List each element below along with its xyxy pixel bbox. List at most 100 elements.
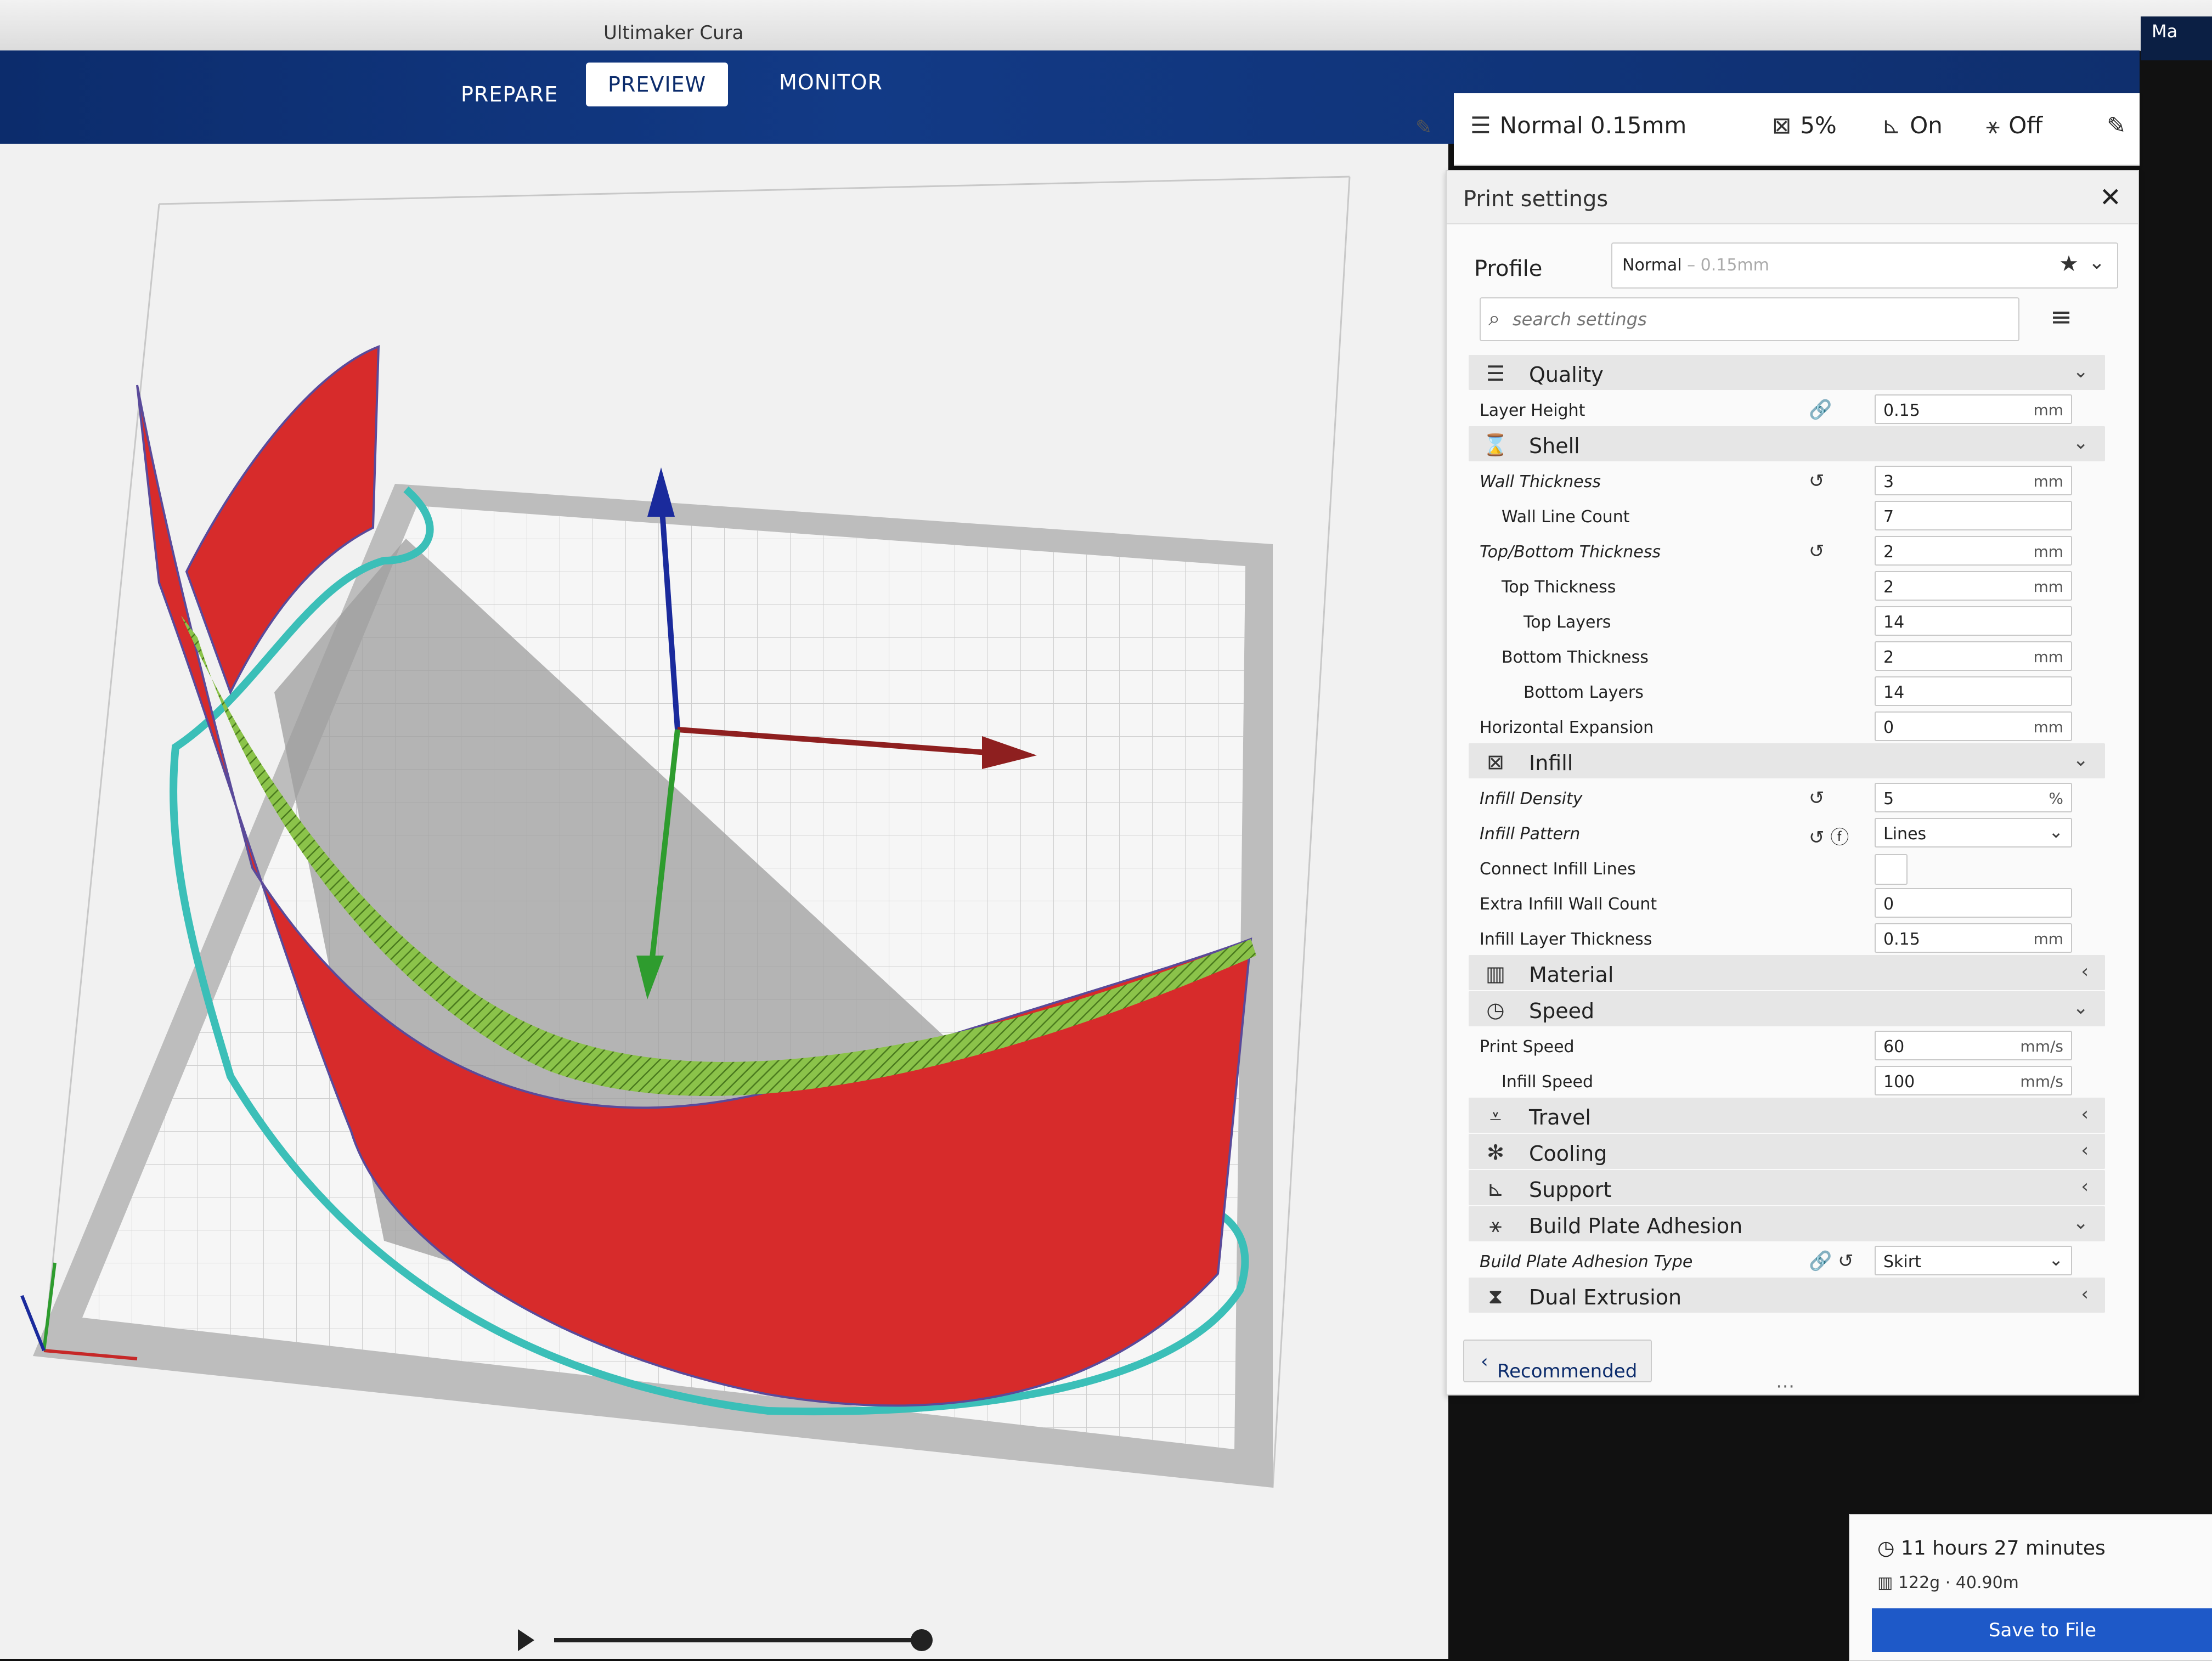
setting-wall-line-count: Wall Line Count 7 xyxy=(1469,498,2105,533)
layer-height-field[interactable]: 0.15 mm xyxy=(1875,394,2072,424)
bottom-layers-field[interactable]: 14 xyxy=(1875,676,2072,706)
setting-label: Extra Infill Wall Count xyxy=(1480,895,1657,914)
top-thickness-field[interactable]: 2 mm xyxy=(1875,571,2072,601)
setting-label: Build Plate Adhesion Type xyxy=(1480,1252,1693,1272)
play-icon[interactable] xyxy=(518,1629,534,1651)
setting-print-speed: Print Speed 60 mm/s xyxy=(1469,1027,2105,1063)
infill-speed-field[interactable]: 100 mm/s xyxy=(1875,1066,2072,1095)
print-speed-field[interactable]: 60 mm/s xyxy=(1875,1031,2072,1060)
search-box[interactable]: ⌕ xyxy=(1480,297,2019,341)
recommended-button[interactable]: ‹ Recommended xyxy=(1463,1340,1652,1382)
settings-menu-icon[interactable]: ≡ xyxy=(2050,302,2072,332)
category-dual-extrusion[interactable]: ⧗ Dual Extrusion ‹ xyxy=(1469,1278,2105,1313)
setting-connect-infill-lines: Connect Infill Lines xyxy=(1469,850,2105,885)
reset-icon[interactable]: ↺ ⓕ xyxy=(1809,822,1849,849)
setting-infill-speed: Infill Speed 100 mm/s xyxy=(1469,1063,2105,1098)
field-value: 2 xyxy=(1883,543,1894,562)
field-unit: mm xyxy=(2033,401,2063,419)
setting-label: Horizontal Expansion xyxy=(1480,718,1654,737)
setting-label: Top/Bottom Thickness xyxy=(1480,543,1661,562)
chevron-left-icon: ‹ xyxy=(2081,961,2089,982)
category-shell[interactable]: ⌛ Shell ⌄ xyxy=(1469,426,2105,461)
category-label: Shell xyxy=(1529,434,1580,458)
category-cooling[interactable]: ✻ Cooling ‹ xyxy=(1469,1134,2105,1169)
wall-line-count-field[interactable]: 7 xyxy=(1875,501,2072,530)
reset-icon[interactable]: ↺ xyxy=(1809,540,1825,562)
adhesion-type-dropdown[interactable]: Skirt ⌄ xyxy=(1875,1246,2072,1275)
panel-header: Print settings ✕ xyxy=(1447,171,2138,224)
top-layers-field[interactable]: 14 xyxy=(1875,606,2072,636)
category-support[interactable]: ⊾ Support ‹ xyxy=(1469,1170,2105,1205)
category-infill[interactable]: ⊠ Infill ⌄ xyxy=(1469,743,2105,778)
summary-support[interactable]: ⊾ On xyxy=(1882,112,1943,139)
category-label: Cooling xyxy=(1529,1142,1607,1166)
save-to-file-button[interactable]: Save to File xyxy=(1872,1608,2212,1652)
travel-icon: ⩡ xyxy=(1489,1104,1502,1128)
infill-density-field[interactable]: 5 % xyxy=(1875,783,2072,812)
setting-label: Layer Height xyxy=(1480,401,1585,420)
quality-icon: ☰ xyxy=(1470,112,1491,139)
link-icon[interactable]: 🔗 ↺ xyxy=(1809,1250,1854,1272)
timeline-handle[interactable] xyxy=(911,1629,933,1651)
chevron-down-icon: ⌄ xyxy=(2049,821,2063,842)
setting-label: Bottom Layers xyxy=(1523,683,1644,702)
layer-timeline[interactable] xyxy=(516,1624,955,1657)
print-time: ◷ 11 hours 27 minutes xyxy=(1877,1537,2106,1560)
field-unit: mm xyxy=(2033,648,2063,666)
connect-infill-lines-checkbox[interactable] xyxy=(1875,854,1908,885)
chevron-down-icon: ⌄ xyxy=(2073,432,2089,454)
infill-icon: ⊠ xyxy=(1487,750,1504,774)
category-build-plate-adhesion[interactable]: ⚹ Build Plate Adhesion ⌄ xyxy=(1469,1206,2105,1241)
field-value: Lines xyxy=(1883,824,1927,844)
resize-handle[interactable]: ⋯ xyxy=(1776,1375,1795,1397)
tab-preview[interactable]: PREVIEW xyxy=(586,63,729,106)
field-unit: mm xyxy=(2033,472,2063,490)
link-icon[interactable]: 🔗 xyxy=(1809,399,1832,421)
quality-icon: ☰ xyxy=(1486,361,1505,386)
tab-monitor[interactable]: MONITOR xyxy=(757,60,905,104)
field-value: 0 xyxy=(1883,718,1894,737)
close-icon[interactable]: ✕ xyxy=(2100,182,2121,213)
bottom-thickness-field[interactable]: 2 mm xyxy=(1875,641,2072,671)
profile-dropdown[interactable]: Normal – 0.15mm ★ ⌄ xyxy=(1611,242,2118,289)
edit-icon[interactable]: ✎ xyxy=(2107,112,2126,139)
print-settings-panel: Print settings ✕ Profile Normal – 0.15mm… xyxy=(1446,170,2139,1397)
infill-layer-thickness-field[interactable]: 0.15 mm xyxy=(1875,923,2072,953)
summary-infill[interactable]: ⊠ 5% xyxy=(1772,112,1837,139)
summary-adhesion[interactable]: ⚹ Off xyxy=(1986,112,2042,139)
summary-adhesion-label: Off xyxy=(2008,112,2043,139)
speed-icon: ◷ xyxy=(1486,998,1505,1022)
category-quality[interactable]: ☰ Quality ⌄ xyxy=(1469,355,2105,390)
reset-icon[interactable]: ↺ xyxy=(1809,470,1825,492)
tab-prepare[interactable]: PREPARE xyxy=(439,72,580,116)
summary-profile[interactable]: ☰ Normal 0.15mm xyxy=(1470,112,1686,139)
star-icon[interactable]: ★ xyxy=(2059,251,2079,276)
field-value: 0.15 xyxy=(1883,930,1920,949)
extra-infill-wall-count-field[interactable]: 0 xyxy=(1875,888,2072,918)
setting-horizontal-expansion: Horizontal Expansion 0 mm xyxy=(1469,708,2105,743)
field-unit: mm/s xyxy=(2020,1037,2063,1055)
field-value: Skirt xyxy=(1883,1252,1921,1272)
chevron-left-icon: ‹ xyxy=(2081,1176,2089,1197)
edit-icon[interactable]: ✎ xyxy=(1415,116,1432,139)
field-unit: mm xyxy=(2033,543,2063,561)
chevron-down-icon: ⌄ xyxy=(2073,1212,2089,1234)
search-input[interactable] xyxy=(1511,305,1996,334)
category-speed[interactable]: ◷ Speed ⌄ xyxy=(1469,991,2105,1026)
category-travel[interactable]: ⩡ Travel ‹ xyxy=(1469,1098,2105,1133)
field-value: 2 xyxy=(1883,648,1894,667)
panel-title: Print settings xyxy=(1463,187,1609,212)
horizontal-expansion-field[interactable]: 0 mm xyxy=(1875,711,2072,741)
infill-icon: ⊠ xyxy=(1772,112,1792,139)
infill-pattern-dropdown[interactable]: Lines ⌄ xyxy=(1875,818,2072,848)
field-value: 14 xyxy=(1883,613,1905,632)
category-material[interactable]: ▥ Material ‹ xyxy=(1469,955,2105,990)
wall-thickness-field[interactable]: 3 mm xyxy=(1875,466,2072,495)
3d-viewport[interactable] xyxy=(0,144,1448,1659)
reset-icon[interactable]: ↺ xyxy=(1809,787,1825,809)
top-bottom-thickness-field[interactable]: 2 mm xyxy=(1875,536,2072,566)
field-value: 2 xyxy=(1883,578,1894,597)
setting-top-bottom-thickness: Top/Bottom Thickness ↺ 2 mm xyxy=(1469,533,2105,568)
chevron-down-icon: ⌄ xyxy=(2073,749,2089,771)
print-setup-summary[interactable]: ☰ Normal 0.15mm ⊠ 5% ⊾ On ⚹ Off ✎ xyxy=(1454,93,2140,166)
